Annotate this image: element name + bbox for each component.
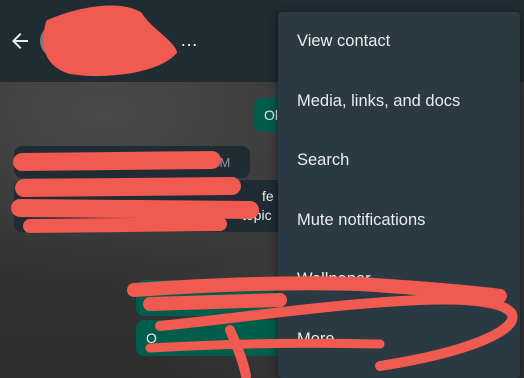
menu-item-wallpaper[interactable]: Wallpaper xyxy=(278,250,520,309)
menu-item-view-contact[interactable]: View contact xyxy=(278,12,520,71)
message-text: O xyxy=(146,330,157,346)
message-text: Ol xyxy=(264,107,278,123)
contact-name[interactable]: … xyxy=(180,30,198,51)
menu-item-media-links-docs[interactable]: Media, links, and docs xyxy=(278,72,520,131)
overflow-menu: View contact Media, links, and docs Sear… xyxy=(278,12,520,378)
back-arrow-icon[interactable] xyxy=(8,29,32,53)
menu-item-label: Media, links, and docs xyxy=(297,92,461,110)
menu-item-label: More xyxy=(297,330,335,348)
contact-avatar[interactable] xyxy=(40,24,74,58)
outgoing-message-bubble[interactable]: O xyxy=(136,320,286,356)
outgoing-message-bubble[interactable] xyxy=(136,280,286,316)
message-time: 4 PM xyxy=(200,155,231,170)
incoming-message-bubble[interactable]: 4 PM xyxy=(14,146,250,178)
menu-item-label: View contact xyxy=(297,32,391,50)
menu-item-more[interactable]: More xyxy=(278,310,520,369)
menu-item-search[interactable]: Search xyxy=(278,131,520,190)
menu-item-label: Wallpaper xyxy=(297,270,371,288)
message-text: fe xyxy=(262,188,274,204)
message-text: topic xyxy=(242,207,272,223)
menu-item-label: Search xyxy=(297,151,350,169)
menu-item-label: Mute notifications xyxy=(297,211,426,229)
menu-item-mute-notifications[interactable]: Mute notifications xyxy=(278,191,520,250)
chevron-right-icon xyxy=(484,334,490,344)
incoming-message-bubble[interactable]: fe topic xyxy=(14,180,284,232)
